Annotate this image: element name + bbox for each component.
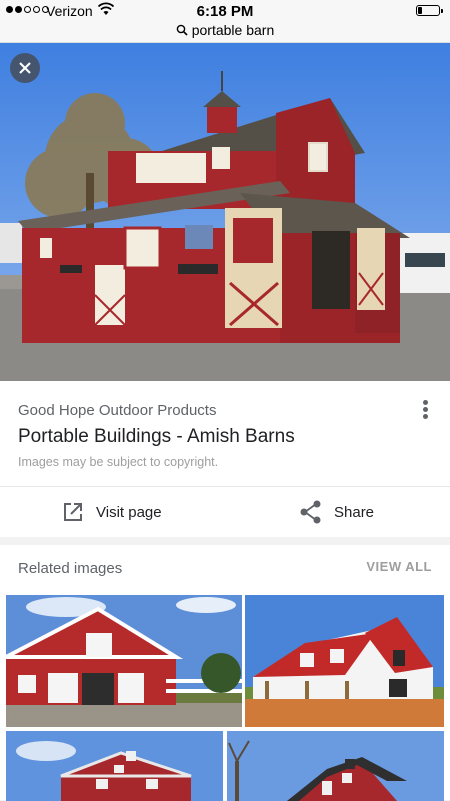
related-images-section: Related images VIEW ALL — [0, 545, 450, 801]
clock: 6:18 PM — [196, 3, 254, 20]
result-title[interactable]: Portable Buildings - Amish Barns — [18, 426, 295, 448]
result-source[interactable]: Good Hope Outdoor Products — [18, 402, 216, 419]
share-icon — [300, 500, 321, 524]
related-image-thumbnail[interactable] — [6, 731, 223, 801]
result-info-card: Good Hope Outdoor Products Portable Buil… — [0, 381, 450, 537]
status-bar: Verizon 6:18 PM — [0, 0, 450, 22]
white-barn-thumbnail — [245, 595, 444, 727]
red-barn-thumbnail — [6, 595, 242, 727]
share-button[interactable]: Share — [300, 487, 374, 537]
search-icon — [176, 24, 188, 36]
more-vert-icon — [422, 400, 428, 405]
red-barn-cupola-thumbnail — [6, 731, 223, 801]
gambrel-barn-thumbnail — [227, 731, 444, 801]
view-all-button[interactable]: VIEW ALL — [366, 559, 432, 574]
more-options-button[interactable] — [420, 398, 430, 422]
related-image-thumbnail[interactable] — [245, 595, 444, 727]
related-image-thumbnail[interactable] — [6, 595, 242, 727]
visit-page-label: Visit page — [96, 503, 162, 521]
barn-photo — [0, 43, 450, 381]
preview-image[interactable] — [0, 43, 450, 381]
visit-page-button[interactable]: Visit page — [62, 487, 162, 537]
battery-level — [418, 7, 422, 14]
open-external-icon — [64, 503, 82, 521]
related-images-title: Related images — [18, 560, 123, 577]
battery-icon — [416, 5, 443, 16]
copyright-note: Images may be subject to copyright. — [18, 455, 219, 469]
close-button[interactable] — [10, 53, 40, 83]
share-label: Share — [334, 503, 375, 521]
search-query-bar[interactable]: portable barn — [0, 22, 450, 43]
related-image-thumbnail[interactable] — [227, 731, 444, 801]
close-icon — [19, 62, 31, 74]
search-query-text: portable barn — [191, 22, 275, 38]
